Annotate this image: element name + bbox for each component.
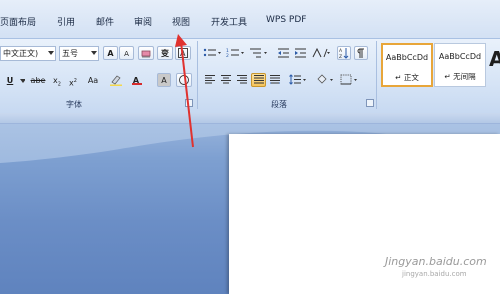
annotation-arrow-icon <box>175 34 194 148</box>
